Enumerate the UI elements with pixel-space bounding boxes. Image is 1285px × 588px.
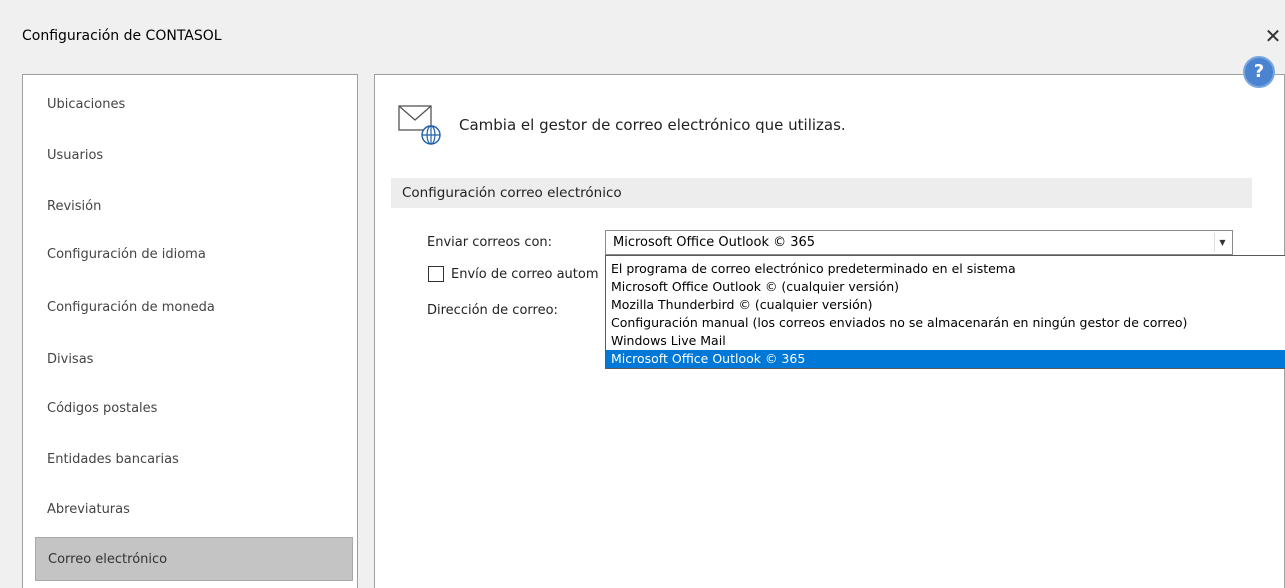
sidebar-item-divisas[interactable]: Divisas (35, 338, 353, 382)
sidebar: Ubicaciones Usuarios Revisión Configurac… (22, 74, 358, 588)
sidebar-item-correo-electronico[interactable]: Correo electrónico (35, 537, 353, 581)
sidebar-item-moneda[interactable]: Configuración de moneda (35, 286, 353, 330)
dropdown-option[interactable]: Microsoft Office Outlook © (cualquier ve… (606, 278, 1285, 296)
auto-send-label: Envío de correo autom (451, 267, 599, 282)
help-icon[interactable]: ? (1243, 56, 1275, 88)
title-bar: Configuración de CONTASOL ✕ (0, 0, 1285, 60)
auto-send-checkbox[interactable] (428, 266, 444, 282)
mail-client-dropdown-list: El programa de correo electrónico predet… (605, 255, 1285, 369)
sidebar-item-idioma[interactable]: Configuración de idioma (35, 233, 353, 277)
sidebar-item-ubicaciones[interactable]: Ubicaciones (35, 83, 353, 127)
window-title: Configuración de CONTASOL (22, 28, 222, 44)
sidebar-item-usuarios[interactable]: Usuarios (35, 134, 353, 178)
mail-client-select[interactable]: Microsoft Office Outlook © 365 ▼ (605, 230, 1233, 255)
close-icon[interactable]: ✕ (1261, 22, 1285, 50)
dropdown-option[interactable]: Configuración manual (los correos enviad… (606, 314, 1285, 332)
mail-globe-icon (398, 105, 441, 145)
send-with-label: Enviar correos con: (427, 235, 553, 250)
sidebar-item-entidades-bancarias[interactable]: Entidades bancarias (35, 438, 353, 482)
sidebar-item-abreviaturas[interactable]: Abreviaturas (35, 488, 353, 532)
dropdown-option[interactable]: Mozilla Thunderbird © (cualquier versión… (606, 296, 1285, 314)
header-text: Cambia el gestor de correo electrónico q… (459, 116, 846, 134)
dropdown-option[interactable]: Windows Live Mail (606, 332, 1285, 350)
dropdown-option-selected[interactable]: Microsoft Office Outlook © 365 (606, 350, 1285, 368)
section-title: Configuración correo electrónico (391, 178, 1252, 208)
address-label: Dirección de correo: (427, 303, 558, 318)
sidebar-item-codigos-postales[interactable]: Códigos postales (35, 387, 353, 431)
dropdown-option[interactable]: El programa de correo electrónico predet… (606, 260, 1285, 278)
sidebar-item-revision[interactable]: Revisión (35, 185, 353, 229)
chevron-down-icon[interactable]: ▼ (1214, 233, 1230, 252)
mail-client-select-value: Microsoft Office Outlook © 365 (613, 235, 816, 250)
